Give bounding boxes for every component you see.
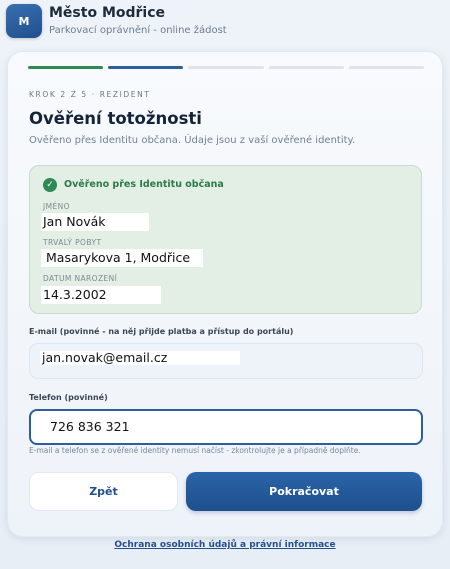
verified-identity-box: ✓ Ověřeno přes Identitu občana JMÉNO Jan…: [29, 165, 422, 314]
page-description: Ověřeno přes Identitu občana. Údaje jsou…: [29, 135, 356, 146]
progress-segment-3: [188, 66, 264, 69]
email-value[interactable]: jan.novak@email.cz: [40, 351, 240, 365]
app-subtitle: Parkovací oprávnění - online žádost: [49, 24, 227, 36]
progress-segment-4: [268, 66, 344, 69]
phone-field[interactable]: 726 836 321: [29, 409, 423, 445]
contact-hint: E-mail a telefon se z ověřené identity n…: [29, 446, 361, 455]
page-title: Ověření totožnosti: [29, 109, 202, 128]
continue-button[interactable]: Pokračovat: [186, 472, 422, 511]
step-indicator: KROK 2 Z 5 · REZIDENT: [29, 90, 151, 99]
address-value: Masarykova 1, Modřice: [41, 249, 203, 267]
header-text: Město Modřice Parkovací oprávnění - onli…: [49, 5, 227, 38]
city-logo-icon: M: [6, 4, 42, 38]
phone-value[interactable]: 726 836 321: [50, 419, 130, 434]
app-title: Město Modřice: [49, 4, 166, 21]
address-label: TRVALÝ POBYT: [43, 238, 102, 247]
email-field[interactable]: jan.novak@email.cz: [29, 343, 423, 379]
phone-label: Telefon (povinné): [29, 393, 108, 402]
progress-segment-2: [108, 66, 184, 69]
form-card: KROK 2 Z 5 · REZIDENT Ověření totožnosti…: [7, 51, 443, 537]
verified-title: Ověřeno přes Identitu občana: [64, 179, 224, 190]
progress-segment-1: [28, 66, 104, 69]
app-header: M Město Modřice Parkovací oprávnění - on…: [6, 3, 227, 39]
progress-segment-5: [348, 66, 425, 69]
name-value: Jan Novák: [41, 213, 149, 231]
email-label: E-mail (povinné - na něj přijde platba a…: [29, 327, 294, 336]
name-label: JMÉNO: [43, 202, 70, 211]
step-progress-bar: [28, 66, 425, 70]
birthdate-value: 14.3.2002: [41, 286, 161, 304]
privacy-legal-link[interactable]: Ochrana osobních údajů a právní informac…: [0, 540, 450, 550]
back-button[interactable]: Zpět: [29, 472, 178, 511]
check-circle-icon: ✓: [43, 178, 57, 192]
birthdate-label: DATUM NAROZENÍ: [43, 274, 118, 283]
